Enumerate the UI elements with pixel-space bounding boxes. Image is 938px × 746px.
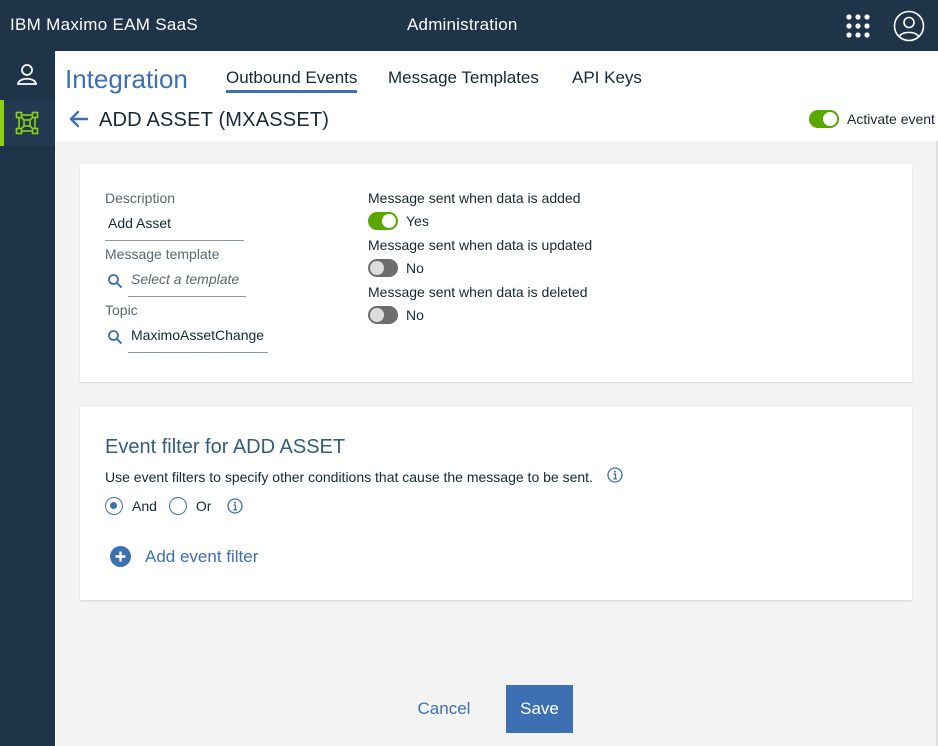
updated-toggle-label: Message sent when data is updated: [368, 237, 593, 253]
message-template-field[interactable]: Select a template: [131, 271, 239, 287]
tab-api-keys[interactable]: API Keys: [572, 68, 642, 88]
message-template-label: Message template: [105, 246, 220, 262]
deleted-toggle-label: Message sent when data is deleted: [368, 284, 588, 300]
topic-underline: [128, 352, 268, 353]
tab-message-templates[interactable]: Message Templates: [388, 68, 539, 88]
deleted-toggle[interactable]: No: [368, 306, 424, 324]
search-icon[interactable]: [107, 329, 123, 345]
record-title: ADD ASSET (MXASSET): [99, 109, 330, 131]
radio-and-label: And: [132, 498, 157, 514]
search-icon[interactable]: [107, 273, 123, 289]
event-details-card: Description Add Asset Message template S…: [80, 164, 912, 382]
description-field[interactable]: Add Asset: [108, 215, 171, 231]
side-nav: [0, 51, 55, 746]
deleted-toggle-value: No: [406, 307, 424, 323]
filter-logic-radio-group: And Or: [105, 497, 223, 515]
radio-or-label: Or: [195, 498, 212, 514]
add-event-filter-button[interactable]: Add event filter: [110, 546, 258, 567]
cancel-button[interactable]: Cancel: [401, 685, 487, 733]
activate-event-toggle[interactable]: Activate event: [809, 110, 935, 128]
sidebar-item-user[interactable]: [0, 51, 55, 97]
radio-or[interactable]: [168, 497, 187, 515]
template-underline: [128, 296, 246, 297]
event-filter-title: Event filter for ADD ASSET: [105, 436, 346, 458]
integration-network-icon: [15, 111, 39, 135]
radio-and[interactable]: [105, 497, 123, 515]
description-underline: [105, 240, 244, 241]
added-toggle-value: Yes: [406, 213, 429, 229]
added-toggle-label: Message sent when data is added: [368, 190, 581, 206]
tab-outbound-events[interactable]: Outbound Events: [226, 68, 358, 93]
top-bar: IBM Maximo EAM SaaS Administration: [0, 0, 938, 51]
sidebar-item-integration[interactable]: [0, 100, 55, 146]
section-title: Administration: [407, 15, 518, 34]
activate-label: Activate event: [847, 111, 935, 127]
add-circle-icon: [110, 546, 131, 567]
updated-toggle-switch[interactable]: [368, 259, 398, 277]
add-event-filter-label: Add event filter: [145, 546, 259, 566]
active-indicator: [0, 100, 4, 146]
info-icon[interactable]: [607, 467, 623, 483]
user-icon: [16, 64, 38, 85]
deleted-toggle-switch[interactable]: [368, 306, 398, 324]
event-filter-description: Use event filters to specify other condi…: [105, 469, 593, 485]
topic-label: Topic: [105, 302, 138, 318]
info-icon[interactable]: [227, 498, 243, 514]
product-name: IBM Maximo EAM SaaS: [10, 15, 199, 34]
activate-toggle-switch[interactable]: [809, 110, 839, 128]
updated-toggle[interactable]: No: [368, 259, 424, 277]
description-label: Description: [105, 190, 176, 206]
page-title: Integration: [65, 64, 188, 94]
topic-field[interactable]: MaximoAssetChange: [131, 327, 264, 343]
updated-toggle-value: No: [406, 260, 424, 276]
event-filter-card: Event filter for ADD ASSET Use event fil…: [80, 407, 912, 600]
save-button[interactable]: Save: [506, 685, 573, 733]
main-content: Integration Outbound Events Message Temp…: [55, 51, 938, 746]
page-header: Integration Outbound Events Message Temp…: [55, 51, 938, 141]
user-avatar-icon[interactable]: [893, 10, 925, 42]
added-toggle-switch[interactable]: [368, 212, 398, 230]
back-arrow-icon[interactable]: [69, 110, 89, 128]
added-toggle[interactable]: Yes: [368, 212, 429, 230]
app-switcher-grid-icon[interactable]: [845, 13, 871, 39]
